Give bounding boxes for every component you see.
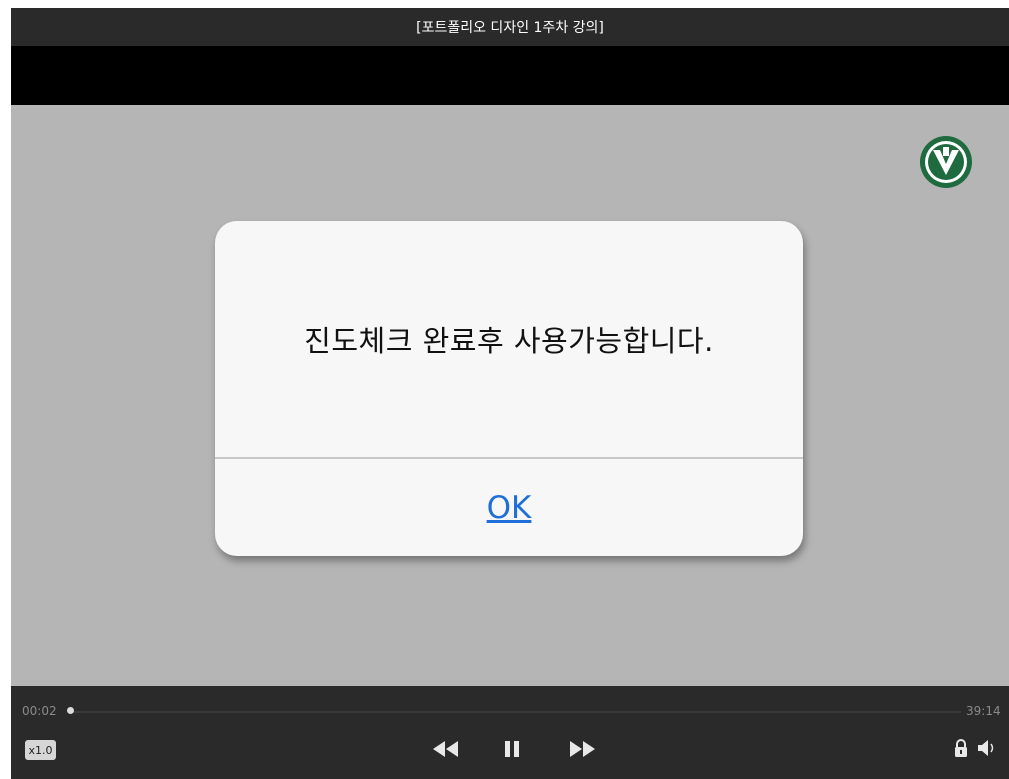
seek-bar[interactable] bbox=[69, 711, 961, 713]
pause-icon[interactable] bbox=[505, 741, 519, 757]
seek-thumb[interactable] bbox=[67, 707, 74, 714]
player-controls: 00:02 39:14 x1.0 bbox=[11, 686, 1009, 779]
ok-button[interactable]: OK bbox=[215, 459, 803, 556]
lock-icon[interactable] bbox=[954, 738, 968, 758]
volume-icon[interactable] bbox=[978, 740, 998, 756]
title-bar: [포트폴리오 디자인 1주차 강의] bbox=[11, 8, 1009, 46]
university-seal-logo bbox=[920, 136, 972, 188]
lecture-title: [포트폴리오 디자인 1주차 강의] bbox=[416, 20, 604, 36]
alert-message: 진도체크 완료후 사용가능합니다. bbox=[304, 324, 714, 358]
total-time: 39:14 bbox=[966, 704, 1001, 718]
video-player: [포트폴리오 디자인 1주차 강의] 진도체크 완료후 사용가능합니다. OK … bbox=[11, 8, 1009, 779]
rewind-icon[interactable] bbox=[433, 741, 459, 757]
current-time: 00:02 bbox=[22, 704, 57, 718]
fast-forward-icon[interactable] bbox=[570, 741, 596, 757]
video-area: 진도체크 완료후 사용가능합니다. OK bbox=[11, 105, 1009, 686]
playback-speed-button[interactable]: x1.0 bbox=[25, 740, 56, 760]
letterbox-band bbox=[11, 46, 1009, 105]
alert-dialog: 진도체크 완료후 사용가능합니다. OK bbox=[215, 221, 803, 556]
